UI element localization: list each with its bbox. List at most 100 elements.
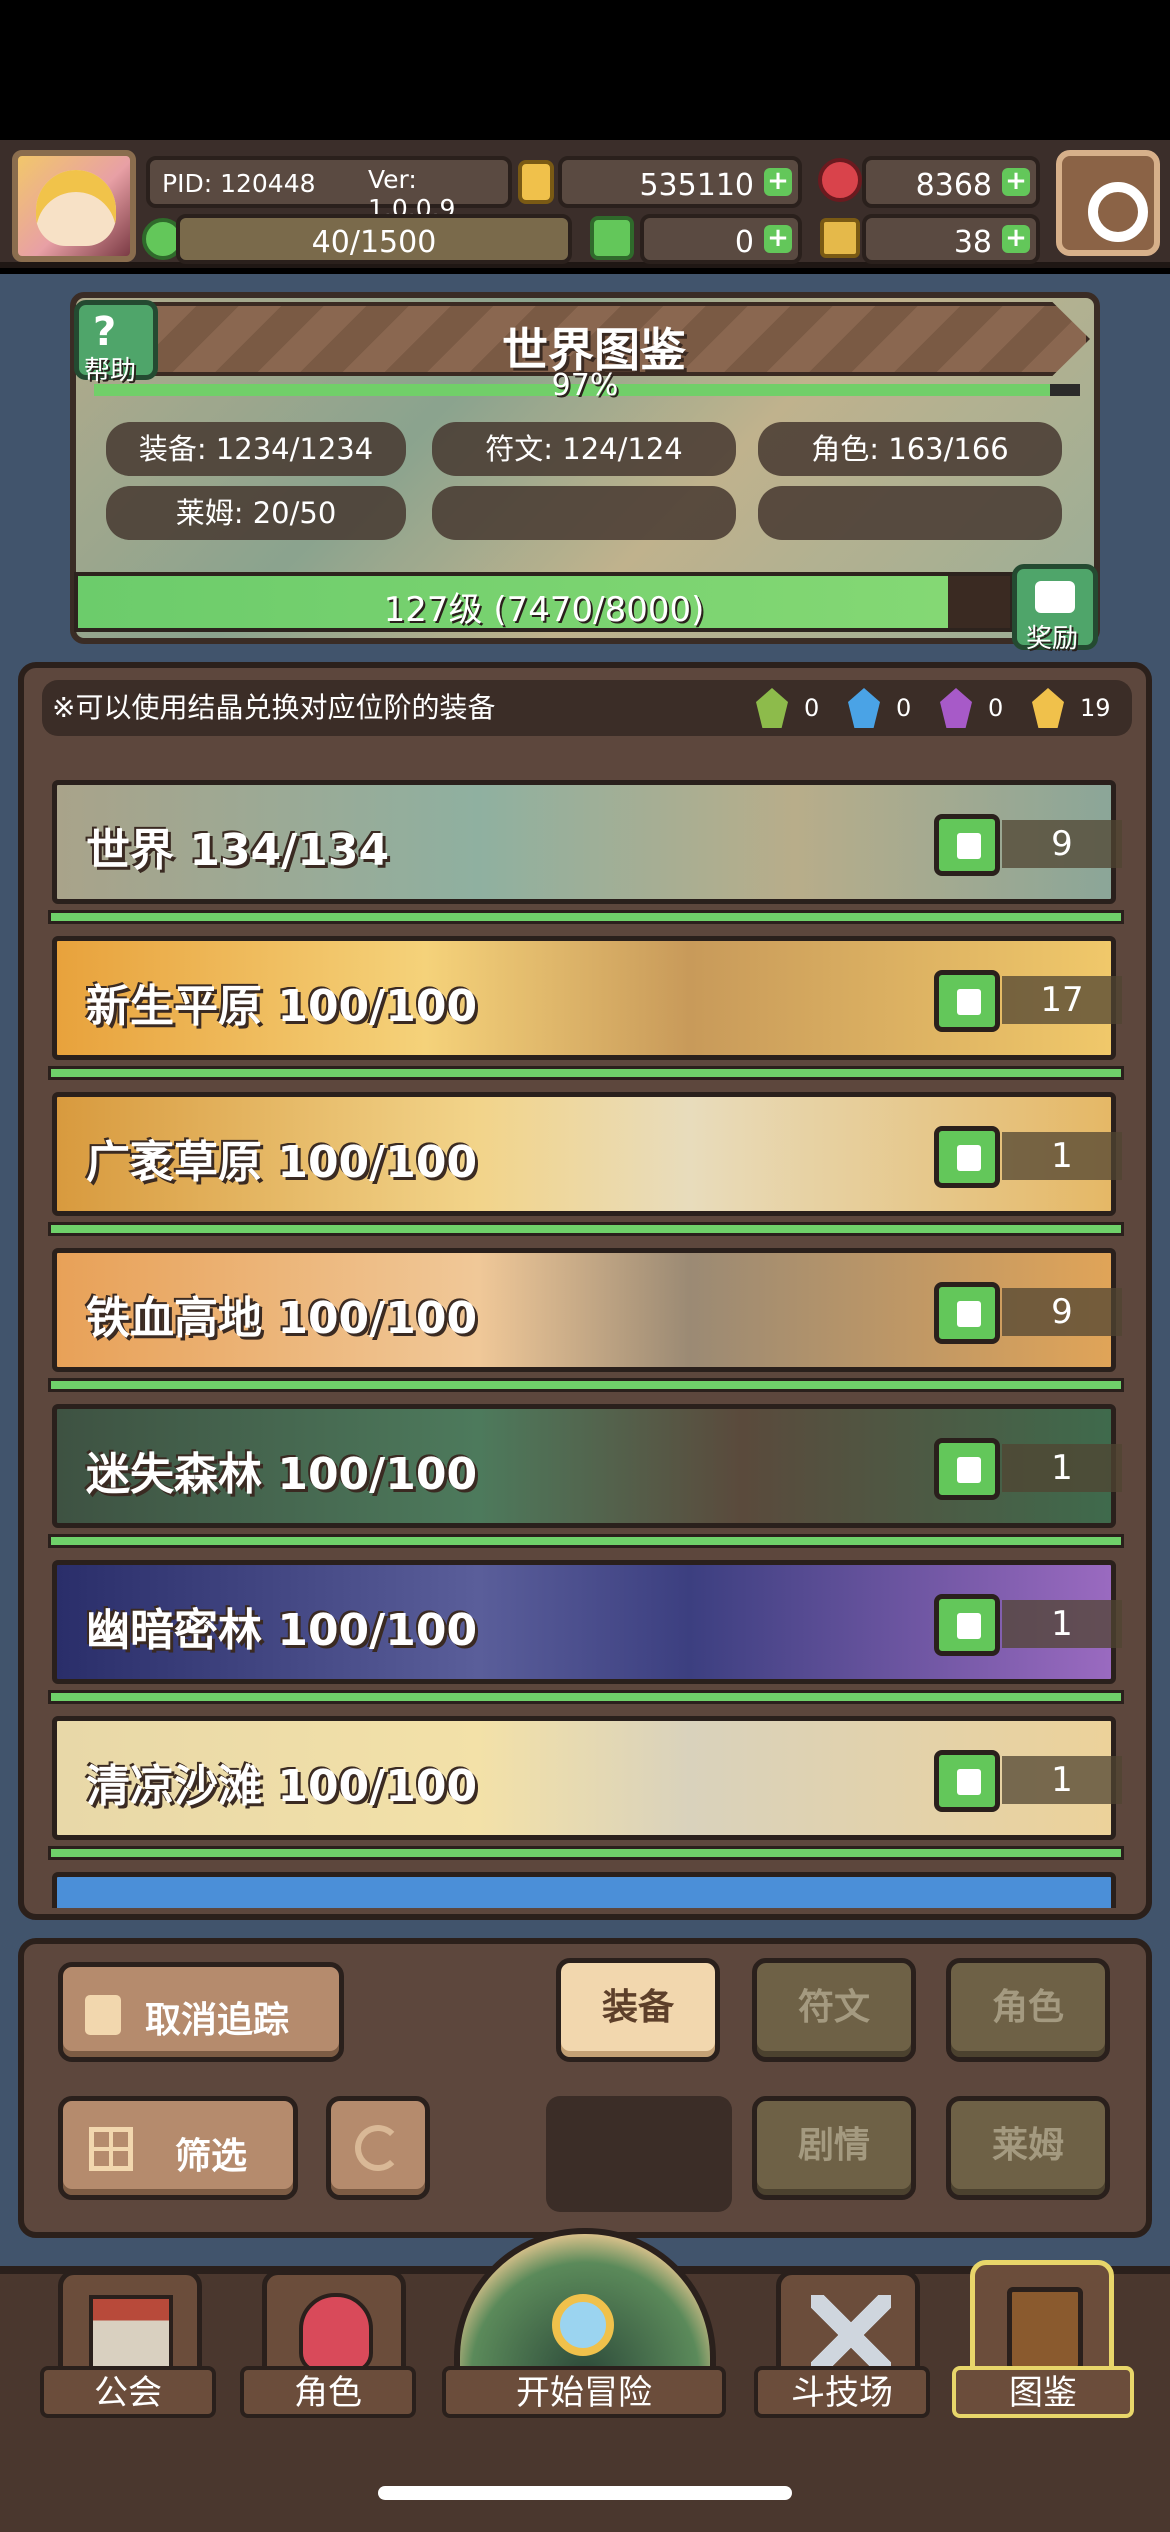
like-counter: 9 — [934, 814, 1130, 876]
refresh-icon — [355, 2125, 401, 2171]
nav-adventure-label[interactable]: 开始冒险 — [442, 2366, 726, 2418]
filter-button[interactable]: 筛选 — [58, 2096, 298, 2200]
tab-slime[interactable]: 莱姆 — [946, 2096, 1110, 2200]
tab-story[interactable]: 剧情 — [752, 2096, 916, 2200]
like-count: 1 — [1002, 1132, 1122, 1180]
like-count: 9 — [1002, 820, 1122, 868]
thumbs-up-icon[interactable] — [934, 1126, 1000, 1188]
region-row-vast-prairie[interactable]: 广袤草原 100/100 1 — [48, 1092, 1124, 1240]
thumbs-up-icon[interactable] — [934, 1438, 1000, 1500]
thumbs-up-icon[interactable] — [934, 1750, 1000, 1812]
tab-equipment[interactable]: 装备 — [556, 1958, 720, 2062]
region-row-lost-forest[interactable]: 迷失森林 100/100 1 — [48, 1404, 1124, 1552]
empty-stat-slot — [758, 486, 1062, 540]
character-head-icon — [299, 2293, 373, 2373]
question-icon: ? — [93, 309, 117, 355]
like-counter: 1 — [934, 1750, 1130, 1812]
key-amount: 38 — [953, 225, 992, 260]
like-count: 17 — [1002, 976, 1122, 1024]
guild-house-icon — [89, 2295, 173, 2375]
clover-icon — [590, 216, 634, 260]
gift-icon — [1035, 581, 1075, 613]
nav-codex-label[interactable]: 图鉴 — [952, 2366, 1134, 2418]
slime-stat: 莱姆: 20/50 — [106, 486, 406, 540]
region-row-cool-beach[interactable]: 清凉沙滩 100/100 1 — [48, 1716, 1124, 1864]
purple-crystal-count: 0 — [988, 694, 1004, 722]
home-indicator[interactable] — [378, 2486, 792, 2500]
stamina-text: 40/1500 — [311, 225, 437, 260]
tab-character[interactable]: 角色 — [946, 1958, 1110, 2062]
add-clover-button[interactable]: + — [764, 225, 792, 253]
empty-slot — [546, 2096, 732, 2212]
thumbs-up-icon — [85, 1995, 121, 2035]
rune-stat: 符文: 124/124 — [432, 422, 736, 476]
purple-crystal-icon — [940, 688, 972, 728]
like-count: 1 — [1002, 1444, 1122, 1492]
tab-rune[interactable]: 符文 — [752, 1958, 916, 2062]
region-row-partial[interactable] — [52, 1872, 1116, 1908]
like-count: 1 — [1002, 1600, 1122, 1648]
thumbs-up-icon[interactable] — [934, 970, 1000, 1032]
region-name: 新生平原 100/100 — [86, 981, 478, 1032]
add-gold-button[interactable]: + — [764, 168, 792, 196]
region-row-newborn-plain[interactable]: 新生平原 100/100 17 — [48, 936, 1124, 1084]
version-wrap: Ver: 1.0.0.9 — [146, 156, 512, 223]
status-bar-area — [0, 0, 1170, 140]
settings-gear-icon[interactable] — [1056, 150, 1160, 256]
clover-pill: 0 + — [640, 214, 802, 264]
untrack-label: 取消追踪 — [145, 2000, 290, 2041]
codex-level-text: 127级 (7470/8000) — [383, 590, 705, 630]
blue-crystal-count: 0 — [896, 694, 912, 722]
nav-guild-label[interactable]: 公会 — [40, 2366, 216, 2418]
codex-book-icon — [1007, 2287, 1083, 2371]
equipment-stat: 装备: 1234/1234 — [106, 422, 406, 476]
region-name: 铁血高地 100/100 — [86, 1293, 478, 1344]
gold-amount: 535110 — [639, 168, 754, 203]
ruby-amount: 8368 — [915, 168, 992, 203]
region-name: 广袤草原 100/100 — [86, 1137, 478, 1188]
like-count: 1 — [1002, 1756, 1122, 1804]
magnifier-icon — [552, 2294, 614, 2356]
key-pill: 38 + — [862, 214, 1040, 264]
gold-coin-icon — [518, 160, 554, 204]
like-counter: 17 — [934, 970, 1130, 1032]
thumbs-up-icon[interactable] — [934, 1594, 1000, 1656]
stamina-bar: 40/1500 — [176, 214, 572, 264]
grid-filter-icon — [89, 2127, 133, 2171]
green-crystal-count: 0 — [804, 694, 820, 722]
clover-amount: 0 — [734, 225, 754, 260]
blue-crystal-icon — [848, 688, 880, 728]
untrack-button[interactable]: 取消追踪 — [58, 1962, 344, 2062]
thumbs-up-icon[interactable] — [934, 814, 1000, 876]
reward-label: 奖励 — [1026, 624, 1079, 654]
player-avatar[interactable] — [12, 150, 136, 262]
region-row-iron-blood-highland[interactable]: 铁血高地 100/100 9 — [48, 1248, 1124, 1396]
thumbs-up-icon[interactable] — [934, 1282, 1000, 1344]
nav-arena-label[interactable]: 斗技场 — [754, 2366, 930, 2418]
region-row-world[interactable]: 世界 134/134 9 — [48, 780, 1124, 928]
nav-character-label[interactable]: 角色 — [240, 2366, 416, 2418]
region-list[interactable]: 世界 134/134 9 新生平原 100/100 17 广袤草原 100/10… — [40, 772, 1130, 1908]
codex-title-banner: 世界图鉴 — [150, 302, 1090, 376]
gold-crystal-icon — [1032, 688, 1064, 728]
like-counter: 1 — [934, 1438, 1130, 1500]
gold-pill: 535110 + — [558, 156, 802, 208]
character-stat: 角色: 163/166 — [758, 422, 1062, 476]
filter-label: 筛选 — [175, 2136, 248, 2177]
green-crystal-icon — [756, 688, 788, 728]
reset-button[interactable] — [326, 2096, 430, 2200]
region-name: 清凉沙滩 100/100 — [86, 1761, 478, 1812]
region-row-dark-woods[interactable]: 幽暗密林 100/100 1 — [48, 1560, 1124, 1708]
crystal-counts: 0 0 0 19 — [756, 688, 1126, 728]
region-name: 幽暗密林 100/100 — [86, 1605, 478, 1656]
gold-crystal-count: 19 — [1080, 694, 1111, 722]
add-key-button[interactable]: + — [1002, 225, 1030, 253]
ruby-pill: 8368 + — [862, 156, 1040, 208]
region-name: 迷失森林 100/100 — [86, 1449, 478, 1500]
empty-stat-slot — [432, 486, 736, 540]
like-counter: 1 — [934, 1594, 1130, 1656]
like-count: 9 — [1002, 1288, 1122, 1336]
add-ruby-button[interactable]: + — [1002, 168, 1030, 196]
region-name: 世界 134/134 — [86, 825, 390, 876]
crystal-note-text: ※可以使用结晶兑换对应位阶的装备 — [52, 691, 496, 724]
